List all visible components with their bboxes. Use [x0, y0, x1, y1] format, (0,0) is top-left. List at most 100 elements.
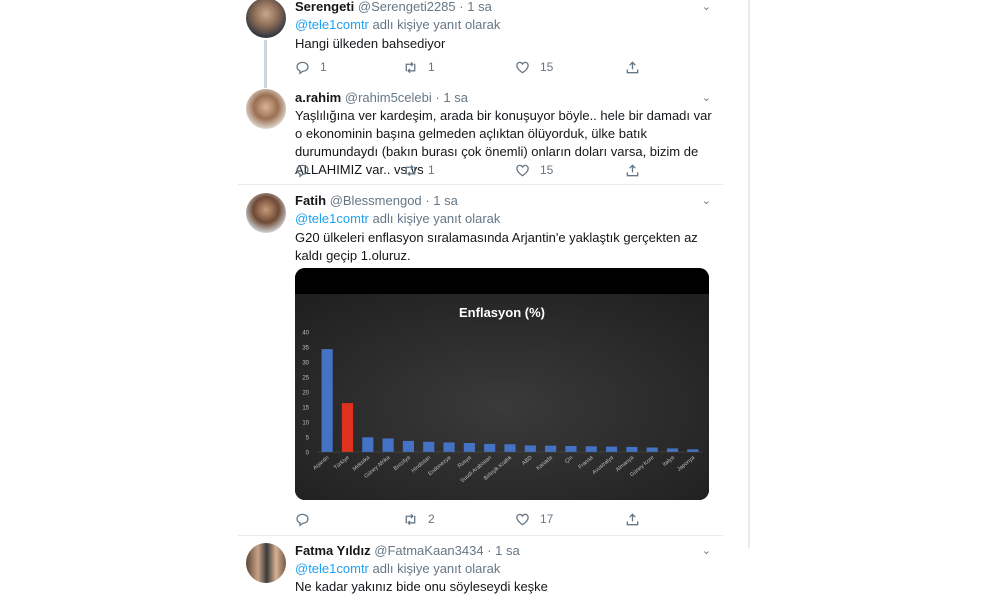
reply-context: @tele1comtr adlı kişiye yanıt olarak [295, 16, 500, 34]
tweet-fatma-yildiz[interactable]: Fatma Yıldız @FatmaKaan3434 · 1 sa ⌄ @te… [238, 540, 723, 600]
like-count: 15 [540, 163, 554, 177]
bar-14 [605, 446, 618, 452]
reply-mention[interactable]: @tele1comtr [295, 561, 369, 576]
reply-button[interactable] [295, 509, 320, 529]
separator-dot: · [459, 0, 464, 14]
thread-line [264, 40, 267, 88]
chevron-down-icon[interactable]: ⌄ [702, 0, 711, 16]
like-button[interactable]: 15 [515, 57, 553, 77]
chevron-down-icon[interactable]: ⌄ [702, 542, 711, 560]
scrollbar-track[interactable] [748, 0, 750, 548]
display-name[interactable]: Serengeti [295, 0, 354, 14]
user-handle[interactable]: @Serengeti2285 [358, 0, 456, 14]
bar-0 [321, 349, 333, 452]
timestamp[interactable]: 1 sa [467, 0, 492, 14]
share-button[interactable] [625, 509, 640, 529]
share-icon [626, 60, 639, 73]
tweet-serengeti[interactable]: Serengeti @Serengeti2285 · 1 sa ⌄ @tele1… [238, 0, 723, 88]
bar-17 [666, 448, 679, 452]
tweet-header: Fatma Yıldız @FatmaKaan3434 · 1 sa [295, 542, 520, 560]
like-count: 17 [540, 512, 554, 526]
tweet-text: Hangi ülkeden bahsediyor [295, 36, 446, 51]
heart-icon [516, 164, 529, 176]
bar-3 [382, 438, 394, 452]
bar-5 [423, 441, 435, 452]
tweet-header: a.rahim @rahim5celebi · 1 sa [295, 89, 468, 107]
y-tick-label: 10 [302, 421, 309, 427]
retweet-icon [405, 513, 416, 525]
display-name[interactable]: Fatma Yıldız [295, 543, 371, 558]
chevron-down-icon[interactable]: ⌄ [702, 89, 711, 107]
bar-15 [626, 446, 638, 452]
bar-7 [463, 443, 475, 452]
retweet-count: 1 [428, 163, 435, 177]
timestamp[interactable]: 1 sa [443, 90, 468, 105]
tweet-actions: 1 1 15 [295, 57, 655, 77]
avatar[interactable] [246, 0, 286, 38]
bar-1 [341, 403, 354, 452]
reply-button[interactable]: 1 [295, 57, 327, 77]
avatar[interactable] [246, 89, 286, 129]
reply-icon [296, 513, 309, 527]
bar-11 [545, 445, 557, 452]
chart-image[interactable]: Enflasyon (%) 0 5 10 15 20 25 30 35 40 Arjantin T… [295, 268, 709, 500]
bar-6 [443, 442, 455, 452]
tweet-a-rahim[interactable]: a.rahim @rahim5celebi · 1 sa ⌄ Yaşlılığı… [238, 87, 723, 183]
y-tick-label: 20 [302, 391, 309, 397]
avatar[interactable] [246, 193, 286, 233]
timestamp[interactable]: 1 sa [433, 193, 458, 208]
y-tick-label: 15 [302, 406, 309, 412]
bar-2 [362, 437, 374, 452]
bar-18 [687, 449, 699, 452]
share-icon [626, 512, 639, 525]
retweet-button[interactable]: 1 [403, 57, 435, 77]
retweet-icon [405, 61, 416, 73]
inflation-chart: Enflasyon (%) 0510152025303540 Arjantin T… [295, 268, 709, 500]
heart-icon [516, 61, 529, 73]
user-handle[interactable]: @FatmaKaan3434 [374, 543, 483, 558]
chart-title: Enflasyon (%) [459, 305, 545, 320]
timestamp[interactable]: 1 sa [495, 543, 520, 558]
retweet-count: 2 [428, 512, 435, 526]
avatar[interactable] [246, 543, 286, 583]
tweet-text: G20 ülkeleri enflasyon sıralamasında Arj… [295, 230, 698, 263]
reply-icon [296, 61, 309, 75]
tweet-divider [238, 184, 723, 185]
chevron-down-icon[interactable]: ⌄ [702, 192, 711, 210]
tweet-actions: 1 15 [295, 160, 655, 180]
reply-button[interactable] [295, 160, 320, 180]
reply-suffix: adlı kişiye yanıt olarak [368, 17, 501, 32]
chart-top-band [295, 268, 709, 294]
display-name[interactable]: Fatih [295, 193, 326, 208]
reply-icon [296, 164, 309, 178]
reply-suffix: adlı kişiye yanıt olarak [368, 211, 501, 226]
retweet-count: 1 [428, 60, 435, 74]
like-count: 15 [540, 60, 554, 74]
display-name[interactable]: a.rahim [295, 90, 341, 105]
retweet-button[interactable]: 1 [403, 160, 435, 180]
bar-12 [565, 446, 577, 452]
heart-icon [516, 513, 529, 525]
bar-10 [524, 445, 536, 452]
user-handle[interactable]: @rahim5celebi [345, 90, 432, 105]
reply-suffix: adlı kişiye yanıt olarak [368, 561, 501, 576]
separator-dot: · [435, 90, 440, 105]
bar-13 [585, 446, 597, 452]
tweet-timeline: Serengeti @Serengeti2285 · 1 sa ⌄ @tele1… [238, 0, 723, 600]
reply-context: @tele1comtr adlı kişiye yanıt olarak [295, 210, 500, 228]
tweet-header: Fatih @Blessmengod · 1 sa [295, 192, 458, 210]
tweet-divider [238, 535, 723, 536]
retweet-icon [405, 164, 416, 176]
user-handle[interactable]: @Blessmengod [330, 193, 422, 208]
reply-count: 1 [320, 60, 327, 74]
like-button[interactable]: 15 [515, 160, 553, 180]
reply-mention[interactable]: @tele1comtr [295, 211, 369, 226]
share-button[interactable] [625, 57, 640, 77]
y-tick-label: 25 [302, 376, 309, 382]
share-button[interactable] [625, 160, 640, 180]
y-tick-label: 40 [302, 331, 309, 337]
reply-mention[interactable]: @tele1comtr [295, 17, 369, 32]
tweet-fatih[interactable]: Fatih @Blessmengod · 1 sa ⌄ @tele1comtr … [238, 190, 723, 530]
like-button[interactable]: 17 [515, 509, 553, 529]
retweet-button[interactable]: 2 [403, 509, 435, 529]
